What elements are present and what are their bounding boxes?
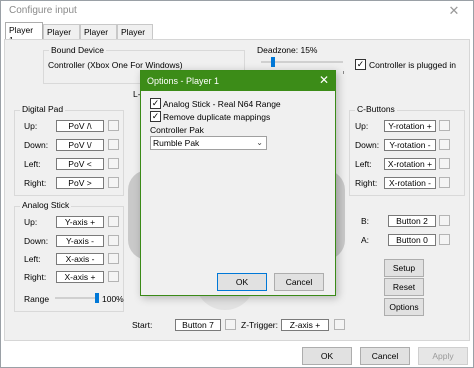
analog-left-checkbox[interactable] [108,253,119,264]
remove-duplicates-label: Remove duplicate mappings [163,112,271,122]
controller-pak-label: Controller Pak [150,125,204,135]
apply-button[interactable]: Apply [418,347,468,365]
plugged-in-label: Controller is plugged in [369,60,456,70]
analog-up-button[interactable]: Y-axis + [56,216,104,228]
dpad-down-label: Down: [24,140,49,150]
analog-left-button[interactable]: X-axis - [56,253,104,265]
options-dialog-title: Options - Player 1 [147,76,220,86]
z-trigger-mapping[interactable]: Z-axis + [281,319,329,331]
dpad-left-label: Left: [24,159,41,169]
c-right-label: Right: [355,178,378,188]
tab-player-4[interactable]: Player 4 [117,24,153,47]
deadzone-label: Deadzone: 15% [257,45,318,55]
analog-down-label: Down: [24,236,49,246]
a-button-checkbox[interactable] [439,234,450,245]
analog-stick-title: Analog Stick [20,200,72,210]
options-button[interactable]: Options [384,298,424,316]
analog-right-label: Right: [24,272,47,282]
analog-up-label: Up: [24,217,38,227]
dpad-left-button[interactable]: PoV < [56,158,104,170]
cancel-button[interactable]: Cancel [360,347,410,365]
dpad-up-checkbox[interactable] [108,120,119,131]
range-label: Range [24,294,50,304]
bound-device-value: Controller (Xbox One For Windows) [48,60,183,70]
c-down-button[interactable]: Y-rotation - [384,139,436,151]
reset-button[interactable]: Reset [384,278,424,296]
analog-up-checkbox[interactable] [108,216,119,227]
b-button-checkbox[interactable] [439,215,450,226]
c-down-label: Down: [355,140,380,150]
bound-device-title: Bound Device [49,45,106,55]
window-title: Configure input [9,5,77,16]
start-button-mapping[interactable]: Button 7 [175,319,221,331]
tab-player-1[interactable]: Player 1 [5,22,43,45]
dpad-down-button[interactable]: PoV \/ [56,139,104,151]
dpad-up-label: Up: [24,121,38,131]
analog-left-label: Left: [24,254,41,264]
deadzone-thumb[interactable] [271,57,276,67]
c-down-checkbox[interactable] [439,139,450,150]
dpad-down-checkbox[interactable] [108,139,119,150]
analog-right-button[interactable]: X-axis + [56,271,104,283]
dpad-right-button[interactable]: PoV > [56,177,104,189]
c-buttons-title: C-Buttons [355,104,397,114]
controller-pak-value: Rumble Pak [153,138,200,148]
analog-right-checkbox[interactable] [108,271,119,282]
c-up-checkbox[interactable] [439,120,450,131]
dpad-left-checkbox[interactable] [108,158,119,169]
z-trigger-label: Z-Trigger: [241,320,278,330]
range-thumb[interactable] [95,293,99,303]
digital-pad-title: Digital Pad [20,104,66,114]
range-value: 100% [102,294,124,304]
dpad-right-label: Right: [24,178,47,188]
start-label: Start: [132,320,153,330]
start-checkbox[interactable] [225,319,236,330]
analog-down-checkbox[interactable] [108,235,119,246]
analog-real-range-checkbox[interactable]: ✓ [150,98,161,109]
dpad-up-button[interactable]: PoV /\ [56,120,104,132]
analog-down-button[interactable]: Y-axis - [56,235,104,247]
close-icon[interactable]: ✕ [439,2,469,20]
z-trigger-checkbox[interactable] [334,319,345,330]
plugged-in-checkbox[interactable]: ✓ [355,59,366,70]
c-right-checkbox[interactable] [439,177,450,188]
deadzone-slider[interactable] [257,55,347,69]
b-button-mapping[interactable]: Button 2 [388,215,436,227]
b-button-label: B: [361,216,370,226]
c-left-checkbox[interactable] [439,158,450,169]
ok-button[interactable]: OK [302,347,352,365]
c-up-label: Up: [355,121,369,131]
options-dialog: Options - Player 1 ✕ ✓ Analog Stick - Re… [140,70,336,296]
title-bar: Configure input ✕ [1,1,473,21]
dialog-cancel-button[interactable]: Cancel [274,273,324,291]
a-button-mapping[interactable]: Button 0 [388,234,436,246]
chevron-down-icon: ⌄ [256,138,263,147]
analog-real-range-label: Analog Stick - Real N64 Range [163,99,281,109]
c-left-button[interactable]: X-rotation + [384,158,436,170]
dialog-ok-button[interactable]: OK [217,273,267,291]
c-left-label: Left: [355,159,372,169]
c-right-button[interactable]: X-rotation - [384,177,436,189]
options-dialog-title-bar: Options - Player 1 ✕ [141,71,335,91]
setup-button[interactable]: Setup [384,259,424,277]
remove-duplicates-checkbox[interactable]: ✓ [150,111,161,122]
dpad-right-checkbox[interactable] [108,177,119,188]
configure-input-window: Configure input ✕ Player 1 Player 2 Play… [0,0,474,368]
tab-player-2[interactable]: Player 2 [43,24,80,47]
dialog-close-icon[interactable]: ✕ [319,73,329,87]
tab-player-3[interactable]: Player 3 [80,24,117,47]
range-slider[interactable] [53,291,99,305]
c-up-button[interactable]: Y-rotation + [384,120,436,132]
a-button-label: A: [361,235,370,245]
range-track [55,297,97,299]
controller-pak-select[interactable]: Rumble Pak ⌄ [150,136,267,150]
